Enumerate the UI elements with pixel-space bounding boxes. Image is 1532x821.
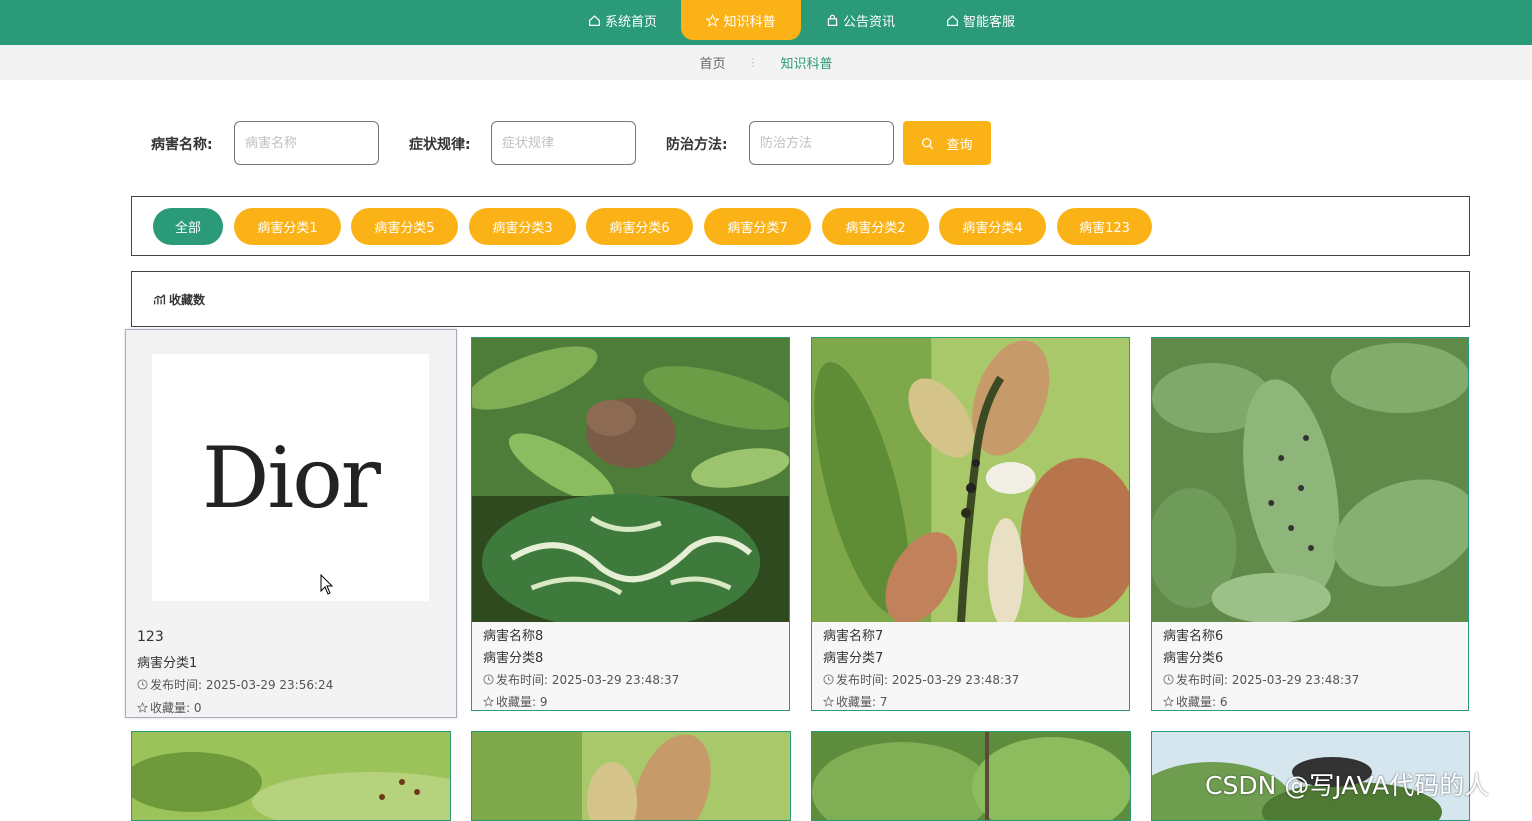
knowledge-card[interactable] xyxy=(471,731,791,821)
category-pill[interactable]: 病害分类2 xyxy=(822,208,929,245)
dior-logo: Dior xyxy=(202,428,381,527)
category-pill[interactable]: 病害分类3 xyxy=(469,208,576,245)
nav-item-label: 公告资讯 xyxy=(842,14,895,30)
card-image xyxy=(812,338,1129,622)
search-icon xyxy=(922,137,934,149)
nav-item-knowledge[interactable]: 知识科普 xyxy=(681,0,801,40)
category-pill[interactable]: 病害123 xyxy=(1057,208,1152,245)
card-time: 发布时间: 2025-03-29 23:48:37 xyxy=(823,671,1019,688)
card-image xyxy=(472,338,789,622)
bag-icon xyxy=(827,14,838,26)
name-input[interactable] xyxy=(234,121,379,165)
card-name: 病害名称8 xyxy=(483,629,544,644)
star-icon xyxy=(1163,696,1174,707)
card-category: 病害分类6 xyxy=(1163,651,1224,666)
card-time: 发布时间: 2025-03-29 23:56:24 xyxy=(137,676,333,693)
card-image xyxy=(472,732,790,820)
card-category: 病害分类7 xyxy=(823,651,884,666)
category-bar: 全部 病害分类1 病害分类5 病害分类3 病害分类6 病害分类7 病害分类2 病… xyxy=(131,196,1470,256)
nav-item-label: 系统首页 xyxy=(604,14,657,30)
card-favorites: 收藏量: 0 xyxy=(137,699,202,716)
symptom-label: 症状规律: xyxy=(409,137,471,153)
category-pill[interactable]: 病害分类1 xyxy=(234,208,341,245)
card-name: 123 xyxy=(137,629,164,645)
star-icon xyxy=(137,702,148,713)
search-button[interactable]: 查询 xyxy=(903,121,991,165)
nav-item-notice[interactable]: 公告资讯 xyxy=(808,0,913,40)
sort-favorites[interactable]: 收藏数 xyxy=(169,291,205,308)
clock-icon xyxy=(137,679,148,690)
breadcrumb-separator: ⋮ xyxy=(747,56,759,69)
top-nav: 系统首页 知识科普 公告资讯 智能客服 xyxy=(0,0,1532,45)
mouse-cursor-icon xyxy=(320,574,334,595)
card-favorites: 收藏量: 9 xyxy=(483,693,548,710)
knowledge-card[interactable]: 病害名称7 病害分类7 发布时间: 2025-03-29 23:48:37 收藏… xyxy=(811,337,1130,711)
card-category: 病害分类8 xyxy=(483,651,544,666)
breadcrumb-current: 知识科普 xyxy=(780,57,833,72)
nav-item-label: 知识科普 xyxy=(723,14,776,30)
knowledge-card[interactable] xyxy=(811,731,1131,821)
symptom-input[interactable] xyxy=(491,121,636,165)
name-label: 病害名称: xyxy=(151,137,213,153)
card-favorites: 收藏量: 6 xyxy=(1163,693,1228,710)
chart-icon xyxy=(153,293,166,304)
nav-item-service[interactable]: 智能客服 xyxy=(928,0,1033,40)
clock-icon xyxy=(1163,674,1174,685)
knowledge-card[interactable]: 病害名称8 病害分类8 发布时间: 2025-03-29 23:48:37 收藏… xyxy=(471,337,790,711)
star-icon xyxy=(483,696,494,707)
method-input[interactable] xyxy=(749,121,894,165)
star-icon xyxy=(823,696,834,707)
home-icon xyxy=(589,14,600,26)
card-image xyxy=(132,732,450,820)
card-category: 病害分类1 xyxy=(137,656,198,671)
nav-item-label: 智能客服 xyxy=(962,14,1015,30)
knowledge-card[interactable]: 病害名称6 病害分类6 发布时间: 2025-03-29 23:48:37 收藏… xyxy=(1151,337,1469,711)
sort-bar: 收藏数 xyxy=(131,271,1470,327)
search-button-label: 查询 xyxy=(946,137,973,153)
category-pill[interactable]: 病害分类6 xyxy=(586,208,693,245)
category-pill[interactable]: 病害分类5 xyxy=(351,208,458,245)
card-image: Dior xyxy=(152,354,429,601)
category-pill[interactable]: 病害分类4 xyxy=(939,208,1046,245)
star-icon xyxy=(706,13,720,27)
knowledge-card[interactable]: Dior 123 病害分类1 发布时间: 2025-03-29 23:56:24… xyxy=(125,329,457,718)
card-time: 发布时间: 2025-03-29 23:48:37 xyxy=(1163,671,1359,688)
card-name: 病害名称7 xyxy=(823,629,884,644)
card-time: 发布时间: 2025-03-29 23:48:37 xyxy=(483,671,679,688)
home-icon xyxy=(947,14,958,26)
category-pill[interactable]: 病害分类7 xyxy=(704,208,811,245)
watermark: CSDN @写JAVA代码的人 xyxy=(1205,771,1490,800)
card-favorites: 收藏量: 7 xyxy=(823,693,888,710)
card-image xyxy=(1152,338,1468,622)
breadcrumb-home[interactable]: 首页 xyxy=(699,53,725,72)
method-label: 防治方法: xyxy=(666,137,728,153)
card-name: 病害名称6 xyxy=(1163,629,1224,644)
card-image xyxy=(812,732,1130,820)
breadcrumb: 首页 ⋮ 知识科普 xyxy=(0,45,1532,80)
clock-icon xyxy=(823,674,834,685)
nav-item-home[interactable]: 系统首页 xyxy=(570,0,675,40)
knowledge-card[interactable] xyxy=(131,731,451,821)
clock-icon xyxy=(483,674,494,685)
category-pill-all[interactable]: 全部 xyxy=(153,208,223,245)
